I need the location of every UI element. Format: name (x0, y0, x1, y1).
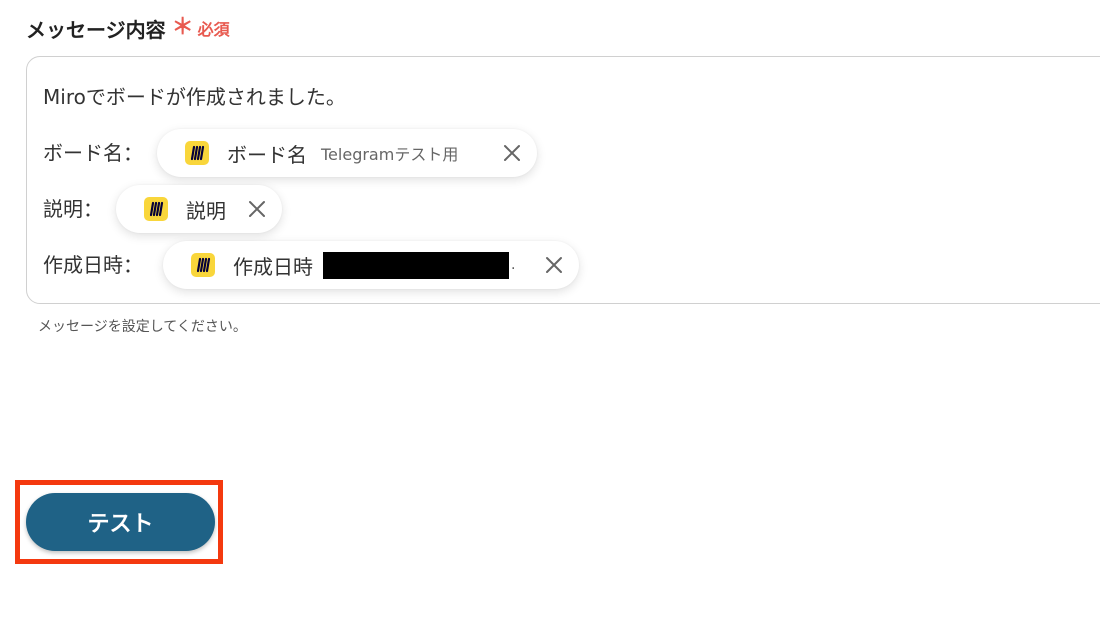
chip-name: 説明 (186, 198, 226, 223)
message-line-1: Miroでボードが作成されました。 (43, 85, 346, 109)
board-name-chip[interactable]: ボード名 Telegramテスト用 (157, 129, 537, 177)
chip-name: ボード名 (227, 142, 307, 167)
miro-icon (191, 253, 215, 277)
chip-sample-value: . (511, 257, 516, 273)
board-name-label: ボード名： (43, 141, 143, 165)
message-editor[interactable]: Miroでボードが作成されました。 ボード名： ボード名 Telegramテスト… (26, 56, 1100, 304)
close-icon[interactable] (246, 198, 268, 220)
field-label-row: メッセージ内容 ＊ 必須 (26, 13, 230, 43)
description-label: 説明： (43, 197, 103, 221)
description-chip[interactable]: 説明 (116, 185, 282, 233)
redacted-value (323, 251, 509, 279)
created-at-label: 作成日時： (43, 253, 143, 277)
close-icon[interactable] (543, 254, 565, 276)
required-text: 必須 (197, 20, 230, 39)
created-at-chip[interactable]: 作成日時 . (163, 241, 579, 289)
helper-text: メッセージを設定してください。 (38, 319, 247, 335)
required-indicator: ＊ 必須 (172, 16, 230, 40)
test-button[interactable]: テスト (26, 493, 215, 551)
close-icon[interactable] (501, 142, 523, 164)
field-label: メッセージ内容 (26, 17, 166, 42)
miro-icon (144, 197, 168, 221)
required-star-icon: ＊ (171, 15, 194, 40)
chip-name: 作成日時 (233, 254, 313, 279)
miro-icon (185, 141, 209, 165)
chip-sample-value: Telegramテスト用 (321, 145, 459, 164)
